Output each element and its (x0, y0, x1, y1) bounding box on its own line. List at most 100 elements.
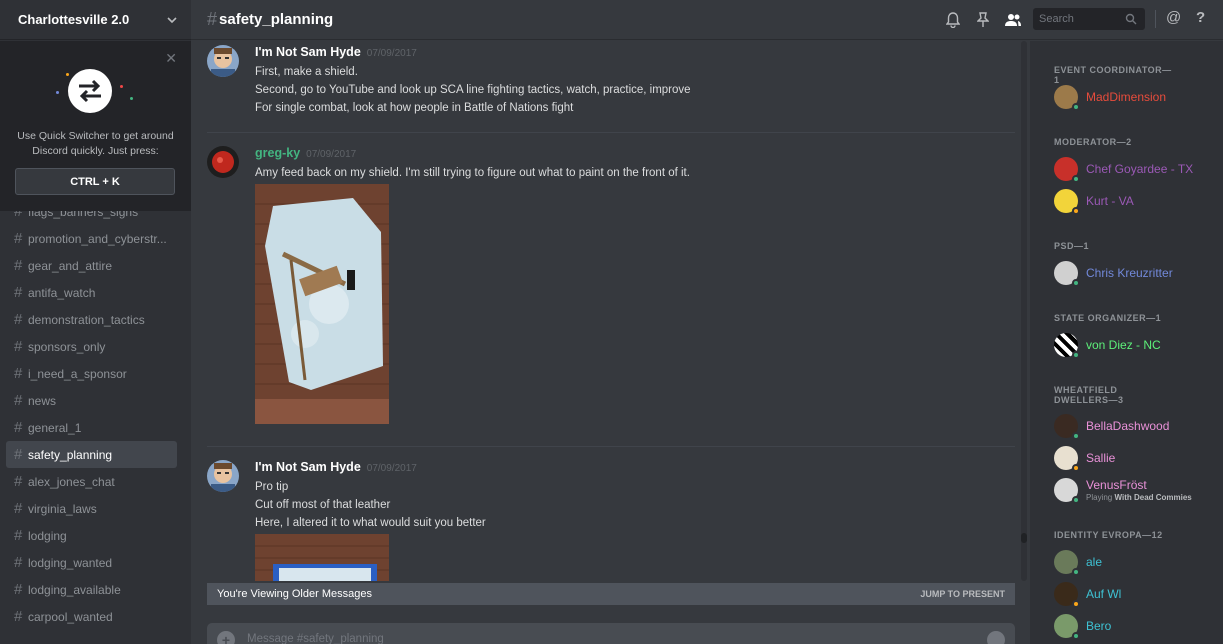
channel-item[interactable]: # lodging_wanted (6, 549, 177, 576)
channel-item[interactable]: # sponsors_only (6, 333, 177, 360)
member-item[interactable]: Bero (1054, 611, 1219, 641)
member-list: EVENT COORDINATOR—1 MadDimension MODERAT… (1030, 41, 1223, 644)
jump-to-present-button[interactable]: JUMP TO PRESENT (920, 589, 1005, 599)
channel-label: i_need_a_sponsor (28, 366, 127, 381)
older-messages-bar: You're Viewing Older Messages JUMP TO PR… (207, 583, 1015, 605)
hash-icon: # (14, 365, 23, 382)
message-input[interactable] (247, 633, 987, 644)
channel-header: # safety_planning @ ? (191, 0, 1223, 40)
channel-item[interactable]: # i_need_a_sponsor (6, 360, 177, 387)
status-online-icon (1072, 432, 1080, 440)
member-item[interactable]: Sallie (1054, 443, 1219, 473)
member-item[interactable]: Chris Kreuzritter (1054, 258, 1219, 288)
close-icon[interactable]: ✕ (165, 51, 177, 65)
status-online-icon (1072, 351, 1080, 359)
channel-label: promotion_and_cyberstr... (28, 231, 167, 246)
sparkle-dot (130, 97, 133, 100)
channel-label: antifa_watch (28, 285, 96, 300)
search-input[interactable] (1039, 13, 1125, 25)
member-name: Bero (1086, 619, 1112, 633)
upload-plus-icon[interactable]: + (217, 631, 235, 644)
hash-icon: # (207, 9, 218, 29)
status-idle-icon (1072, 207, 1080, 215)
channel-list: # flags_banners_signs # promotion_and_cybe… (0, 198, 191, 630)
message-scrollbar[interactable] (1021, 41, 1027, 581)
channel-item[interactable]: # promotion_and_cyberstr... (6, 225, 177, 252)
hash-icon: # (14, 311, 23, 328)
member-name: Kurt - VA (1086, 194, 1134, 208)
avatar (1054, 85, 1080, 111)
member-item[interactable]: VenusFröst Playing With Dead Commies (1054, 475, 1219, 505)
message-author[interactable]: greg-ky (255, 146, 300, 160)
message-author[interactable]: I'm Not Sam Hyde (255, 45, 361, 59)
member-item[interactable]: Auf Wl (1054, 579, 1219, 609)
member-activity: Playing With Dead Commies (1086, 493, 1192, 502)
avatar (1054, 614, 1080, 640)
altered-shield-image (255, 534, 389, 581)
hash-icon: # (14, 581, 23, 598)
channel-item[interactable]: # alex_jones_chat (6, 468, 177, 495)
channel-item[interactable]: # gear_and_attire (6, 252, 177, 279)
channel-item[interactable]: # lodging (6, 522, 177, 549)
role-header: WHEATFIELD DWELLERS—3 (1054, 385, 1124, 405)
channel-item[interactable]: # general_1 (6, 414, 177, 441)
channel-label: alex_jones_chat (28, 474, 115, 489)
older-messages-text: You're Viewing Older Messages (217, 588, 372, 600)
member-name: VenusFröst (1086, 477, 1147, 492)
channel-item[interactable]: # carpool_wanted (6, 603, 177, 630)
hash-icon: # (14, 284, 23, 301)
help-icon[interactable]: ? (1196, 9, 1205, 26)
avatar[interactable] (207, 45, 239, 77)
mentions-icon[interactable]: @ (1166, 9, 1181, 26)
channel-label: lodging_wanted (28, 555, 113, 570)
channel-label: virginia_laws (28, 501, 97, 516)
member-item[interactable]: von Diez - NC (1054, 330, 1219, 360)
message-author[interactable]: I'm Not Sam Hyde (255, 460, 361, 474)
shield-image (255, 184, 389, 424)
hash-icon: # (14, 392, 23, 409)
channel-item-active[interactable]: # safety_planning (6, 441, 177, 468)
message-text: Amy feed back on my shield. I'm still tr… (255, 167, 690, 179)
hash-icon: # (14, 338, 23, 355)
hash-icon: # (14, 554, 23, 571)
hash-icon: # (14, 230, 23, 247)
member-item[interactable]: Chef Goyardee - TX (1054, 154, 1219, 184)
status-idle-icon (1072, 600, 1080, 608)
channel-label: news (28, 393, 57, 408)
activity-prefix: Playing (1086, 492, 1113, 502)
channel-item[interactable]: # antifa_watch (6, 279, 177, 306)
status-online-icon (1072, 632, 1080, 640)
channel-item[interactable]: # demonstration_tactics (6, 306, 177, 333)
channel-item[interactable]: # virginia_laws (6, 495, 177, 522)
server-header[interactable]: Charlottesville 2.0 (0, 0, 191, 40)
avatar (1054, 333, 1080, 359)
member-item[interactable]: BellaDashwood (1054, 411, 1219, 441)
hash-icon: # (14, 419, 23, 436)
avatar (1054, 478, 1080, 504)
hash-icon: # (14, 500, 23, 517)
avatar[interactable] (207, 146, 239, 178)
swap-arrows-icon (79, 79, 101, 103)
role-header: IDENTITY EVROPA—12 (1054, 530, 1163, 540)
avatar[interactable] (207, 460, 239, 492)
shortcut-key: CTRL + K (15, 168, 175, 195)
role-header: STATE ORGANIZER—1 (1054, 313, 1162, 323)
member-item[interactable]: Kurt - VA (1054, 186, 1219, 216)
altered-shield-photo[interactable] (255, 534, 389, 581)
scrollbar-thumb[interactable] (1021, 533, 1027, 543)
bell-icon[interactable] (943, 10, 963, 30)
emoji-icon[interactable] (987, 631, 1005, 644)
channel-item[interactable]: # lodging_available (6, 576, 177, 603)
member-item[interactable]: ale (1054, 547, 1219, 577)
members-icon[interactable] (1003, 10, 1023, 30)
server-name: Charlottesville 2.0 (18, 12, 130, 27)
channel-sidebar: Charlottesville 2.0 # flags_banners_signs… (0, 0, 191, 644)
pin-icon[interactable] (973, 10, 993, 30)
message-group: I'm Not Sam Hyde 07/09/2017 First, make … (207, 45, 1015, 117)
status-online-icon (1072, 175, 1080, 183)
shield-photo[interactable] (255, 184, 389, 424)
member-name: BellaDashwood (1086, 419, 1170, 433)
channel-item[interactable]: # news (6, 387, 177, 414)
search-box[interactable] (1033, 8, 1145, 30)
member-item[interactable]: MadDimension (1054, 82, 1219, 112)
